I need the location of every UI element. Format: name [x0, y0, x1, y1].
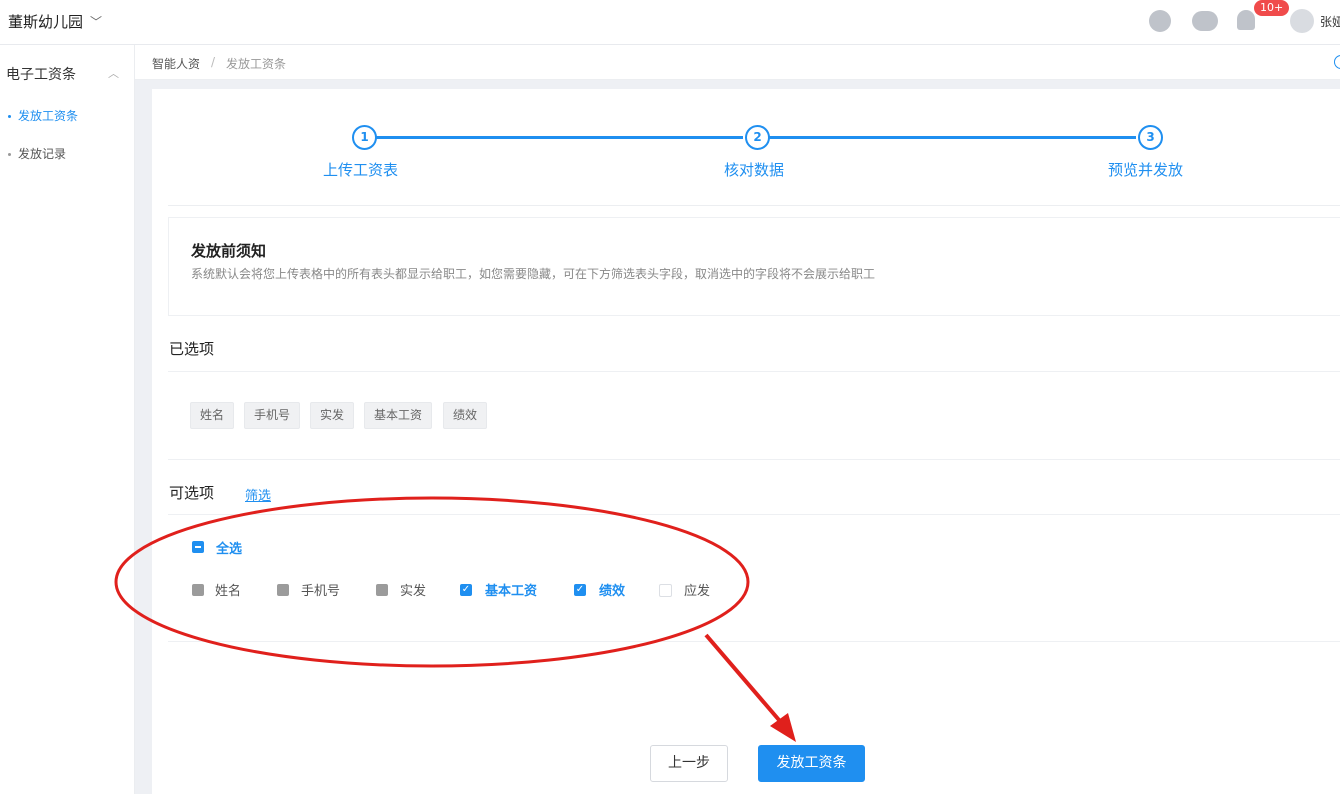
- notice-text: 系统默认会将您上传表格中的所有表头都显示给职工，如您需要隐藏，可在下方筛选表头字…: [191, 267, 876, 281]
- top-bar: 董斯幼儿园 ﹀ 10+ 张娅: [0, 0, 1340, 45]
- breadcrumb-item-hr[interactable]: 智能人资: [152, 55, 200, 72]
- avatar[interactable]: [1290, 9, 1314, 33]
- option-checkbox-base-salary[interactable]: ✓: [460, 584, 472, 596]
- step-connector: [768, 136, 1136, 139]
- step-connector: [375, 136, 743, 139]
- send-payslip-button[interactable]: 发放工资条: [758, 745, 865, 782]
- step-3-circle: 3: [1138, 125, 1163, 150]
- selected-section-title: 已选项: [169, 340, 215, 358]
- select-all-checkbox[interactable]: [192, 541, 204, 553]
- chevron-down-icon[interactable]: ﹀: [90, 13, 102, 30]
- info-icon[interactable]: [1334, 55, 1340, 69]
- option-label: 手机号: [301, 584, 341, 599]
- wechat-icon[interactable]: [1192, 11, 1218, 31]
- option-checkbox-name: [192, 584, 204, 596]
- sidebar-item-label: 发放记录: [18, 147, 67, 161]
- sidebar-group-label[interactable]: 电子工资条: [6, 64, 76, 84]
- selected-chip: 基本工资: [364, 402, 433, 429]
- chevron-up-icon[interactable]: ︿: [108, 65, 119, 81]
- selected-chip: 实发: [310, 402, 355, 429]
- option-checkbox-gross-pay[interactable]: [659, 584, 672, 597]
- notice-title: 发放前须知: [191, 242, 267, 260]
- bullet-icon: [8, 115, 11, 118]
- step-1-label: 上传工资表: [323, 161, 399, 179]
- select-all-label[interactable]: 全选: [216, 538, 242, 557]
- breadcrumb-item-current: 发放工资条: [226, 57, 287, 71]
- option-label[interactable]: 基本工资: [485, 580, 537, 599]
- options-section-title: 可选项: [169, 484, 215, 502]
- bell-icon[interactable]: [1237, 10, 1255, 30]
- selected-chip: 手机号: [244, 402, 301, 429]
- sidebar-item-label: 发放工资条: [18, 109, 79, 123]
- option-checkbox-net-pay: [376, 584, 388, 596]
- option-checkbox-phone: [277, 584, 289, 596]
- previous-step-button[interactable]: 上一步: [650, 745, 728, 782]
- org-name[interactable]: 董斯幼儿园: [8, 11, 83, 32]
- option-label[interactable]: 应发: [684, 580, 710, 599]
- bullet-icon: [8, 153, 11, 156]
- filter-link[interactable]: 筛选: [245, 485, 271, 504]
- breadcrumb: 智能人资 / 发放工资条: [135, 45, 1340, 80]
- sidebar: 电子工资条 ︿ 发放工资条 发放记录: [0, 45, 135, 794]
- sidebar-item-send-records[interactable]: 发放记录: [8, 145, 66, 162]
- option-label: 实发: [400, 584, 427, 599]
- step-3-label: 预览并发放: [1108, 161, 1184, 179]
- phone-icon[interactable]: [1149, 10, 1171, 32]
- option-label: 姓名: [215, 584, 242, 599]
- sidebar-item-send-payslip[interactable]: 发放工资条: [8, 107, 78, 124]
- selected-chip: 绩效: [443, 402, 488, 429]
- breadcrumb-separator: /: [211, 55, 216, 69]
- selected-chip: 姓名: [190, 402, 235, 429]
- step-1-circle: 1: [352, 125, 377, 150]
- option-checkbox-performance[interactable]: ✓: [574, 584, 586, 596]
- divider: [168, 205, 1340, 206]
- notification-badge: 10+: [1254, 0, 1290, 16]
- step-2-circle: 2: [745, 125, 770, 150]
- options-box: [168, 514, 1340, 642]
- user-name[interactable]: 张娅: [1320, 13, 1340, 30]
- option-label[interactable]: 绩效: [599, 580, 625, 599]
- step-2-label: 核对数据: [724, 161, 785, 179]
